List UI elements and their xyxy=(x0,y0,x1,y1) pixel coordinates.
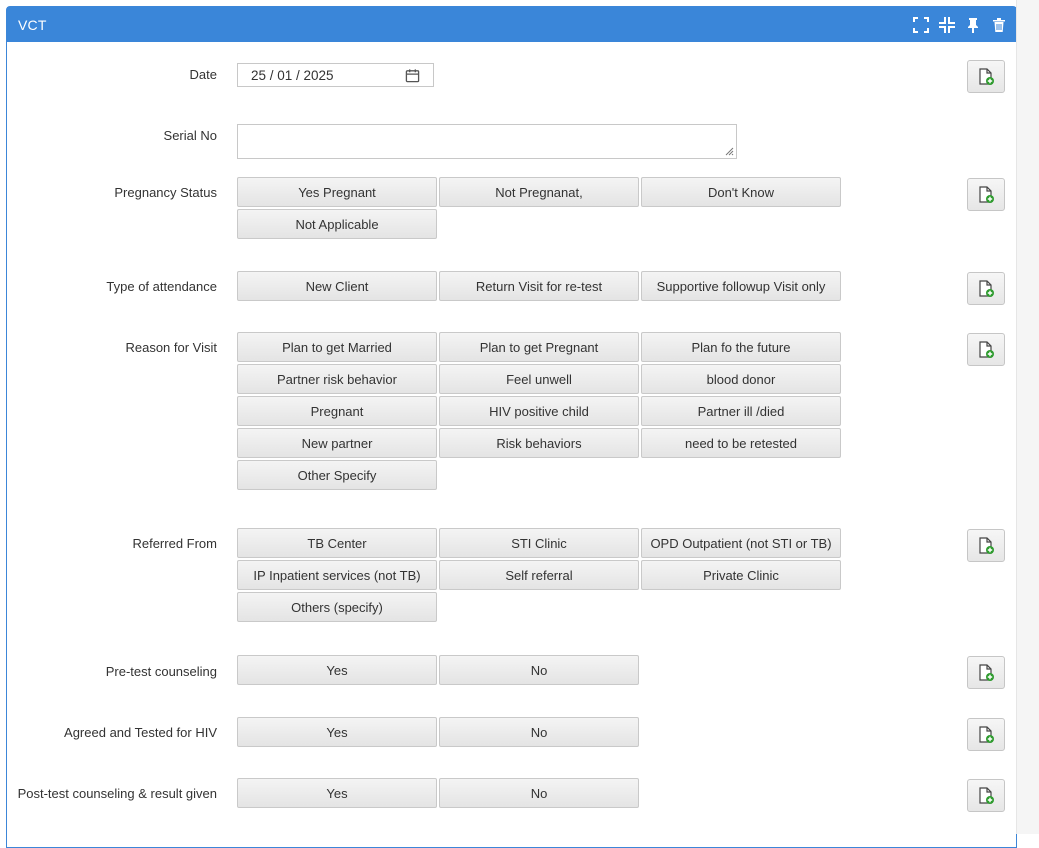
calendar-icon[interactable] xyxy=(405,68,420,83)
option-self-referral[interactable]: Self referral xyxy=(439,560,639,590)
option-ip-inpatient[interactable]: IP Inpatient services (not TB) xyxy=(237,560,437,590)
referred-options: TB Center STI Clinic OPD Outpatient (not… xyxy=(237,528,841,622)
agreed-options: Yes No xyxy=(237,717,841,747)
option-feel-unwell[interactable]: Feel unwell xyxy=(439,364,639,394)
file-add-icon xyxy=(979,663,994,681)
option-yes[interactable]: Yes xyxy=(237,717,437,747)
option-opd-outpatient[interactable]: OPD Outpatient (not STI or TB) xyxy=(641,528,841,558)
file-add-icon xyxy=(979,786,994,804)
pretest-options: Yes No xyxy=(237,655,841,685)
reason-options: Plan to get Married Plan to get Pregnant… xyxy=(237,332,841,490)
add-attachment-button[interactable] xyxy=(967,718,1005,751)
add-attachment-button[interactable] xyxy=(967,60,1005,93)
vct-panel: VCT Date 25 / 01 / 2025 Serial No Pregna… xyxy=(6,6,1017,848)
option-new-partner[interactable]: New partner xyxy=(237,428,437,458)
attendance-label: Type of attendance xyxy=(106,279,217,294)
option-yes[interactable]: Yes xyxy=(237,778,437,808)
serial-label: Serial No xyxy=(163,128,217,143)
option-new-client[interactable]: New Client xyxy=(237,271,437,301)
resize-grip-icon[interactable] xyxy=(725,147,734,156)
header-toolbar xyxy=(913,16,1007,33)
date-field[interactable]: 25 / 01 / 2025 xyxy=(237,63,434,87)
file-add-icon xyxy=(979,67,994,85)
scrollbar-track[interactable] xyxy=(1016,0,1039,834)
collapse-icon[interactable] xyxy=(939,16,955,33)
option-supportive-followup[interactable]: Supportive followup Visit only xyxy=(641,271,841,301)
option-no[interactable]: No xyxy=(439,778,639,808)
option-not-applicable[interactable]: Not Applicable xyxy=(237,209,437,239)
pin-icon[interactable] xyxy=(965,17,981,33)
option-others-specify[interactable]: Others (specify) xyxy=(237,592,437,622)
option-risk-behaviors[interactable]: Risk behaviors xyxy=(439,428,639,458)
option-blood-donor[interactable]: blood donor xyxy=(641,364,841,394)
file-add-icon xyxy=(979,279,994,297)
option-partner-ill[interactable]: Partner ill /died xyxy=(641,396,841,426)
pregnancy-label: Pregnancy Status xyxy=(114,185,217,200)
add-attachment-button[interactable] xyxy=(967,272,1005,305)
file-add-icon xyxy=(979,185,994,203)
option-return-visit[interactable]: Return Visit for re-test xyxy=(439,271,639,301)
option-no[interactable]: No xyxy=(439,655,639,685)
option-yes[interactable]: Yes xyxy=(237,655,437,685)
pretest-label: Pre-test counseling xyxy=(105,664,217,679)
add-attachment-button[interactable] xyxy=(967,529,1005,562)
option-retested[interactable]: need to be retested xyxy=(641,428,841,458)
option-dont-know[interactable]: Don't Know xyxy=(641,177,841,207)
option-yes-pregnant[interactable]: Yes Pregnant xyxy=(237,177,437,207)
pregnancy-options: Yes Pregnant Not Pregnanat, Don't Know N… xyxy=(237,177,841,239)
option-hiv-positive-child[interactable]: HIV positive child xyxy=(439,396,639,426)
panel-title: VCT xyxy=(18,16,47,33)
option-sti-clinic[interactable]: STI Clinic xyxy=(439,528,639,558)
option-pregnant[interactable]: Pregnant xyxy=(237,396,437,426)
reason-label: Reason for Visit xyxy=(125,340,217,355)
posttest-label: Post-test counseling & result given xyxy=(17,786,217,801)
fullscreen-icon[interactable] xyxy=(913,16,929,33)
serial-input[interactable] xyxy=(237,124,737,159)
trash-icon[interactable] xyxy=(991,17,1007,33)
option-partner-risk[interactable]: Partner risk behavior xyxy=(237,364,437,394)
file-add-icon xyxy=(979,340,994,358)
option-plan-pregnant[interactable]: Plan to get Pregnant xyxy=(439,332,639,362)
add-attachment-button[interactable] xyxy=(967,333,1005,366)
add-attachment-button[interactable] xyxy=(967,779,1005,812)
file-add-icon xyxy=(979,536,994,554)
date-value: 25 / 01 / 2025 xyxy=(251,67,334,83)
file-add-icon xyxy=(979,725,994,743)
option-other-specify[interactable]: Other Specify xyxy=(237,460,437,490)
referred-label: Referred From xyxy=(132,536,217,551)
date-label: Date xyxy=(189,67,217,82)
posttest-options: Yes No xyxy=(237,778,841,808)
option-plan-future[interactable]: Plan fo the future xyxy=(641,332,841,362)
option-private-clinic[interactable]: Private Clinic xyxy=(641,560,841,590)
option-not-pregnant[interactable]: Not Pregnanat, xyxy=(439,177,639,207)
agreed-label: Agreed and Tested for HIV xyxy=(64,725,217,740)
attendance-options: New Client Return Visit for re-test Supp… xyxy=(237,271,841,301)
option-plan-married[interactable]: Plan to get Married xyxy=(237,332,437,362)
option-no[interactable]: No xyxy=(439,717,639,747)
option-tb-center[interactable]: TB Center xyxy=(237,528,437,558)
panel-header: VCT xyxy=(7,7,1016,42)
add-attachment-button[interactable] xyxy=(967,656,1005,689)
add-attachment-button[interactable] xyxy=(967,178,1005,211)
